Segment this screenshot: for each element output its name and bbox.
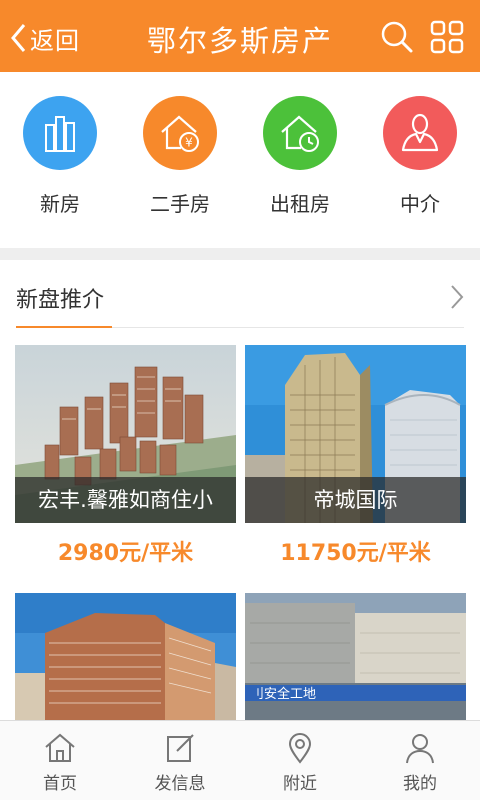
category-icon-circle [383, 96, 457, 170]
grid-menu-icon[interactable] [430, 20, 464, 54]
app-screen: 返回 鄂尔多斯房产 新房 ¥ 二手房 出租房 中介 新盘推介 宏丰.馨雅如商住小… [0, 0, 480, 800]
commercial-building-image: 刂安全工地 [245, 593, 466, 723]
house-clock-icon [281, 115, 319, 152]
svg-text:¥: ¥ [185, 136, 193, 150]
category-second-hand[interactable]: ¥ 二手房 [142, 72, 218, 248]
category-label: 二手房 [150, 192, 210, 216]
listing-photo: 帝城国际 [245, 345, 466, 523]
buildings-icon [45, 116, 75, 152]
category-new-homes[interactable]: 新房 [22, 72, 98, 248]
nav-profile[interactable]: 我的 [360, 721, 480, 800]
listing-price: 2980元/平米 [57, 541, 194, 566]
category-icon-circle [23, 96, 97, 170]
listing-photo [15, 593, 236, 723]
category-agent[interactable]: 中介 [382, 72, 458, 248]
nav-nearby[interactable]: 附近 [240, 721, 360, 800]
nav-post[interactable]: 发信息 [120, 721, 240, 800]
location-pin-icon [288, 733, 312, 764]
listing-card[interactable]: 帝城国际 11750元/平米 [245, 345, 466, 567]
nav-label: 首页 [43, 774, 77, 794]
top-bar: 返回 鄂尔多斯房产 [0, 0, 480, 72]
category-icon-circle [263, 96, 337, 170]
nav-label: 附近 [283, 774, 317, 794]
listing-photo: 刂安全工地 [245, 593, 466, 723]
listing-card[interactable]: 宏丰.馨雅如商住小 2980元/平米 [15, 345, 236, 567]
section-divider [0, 248, 480, 260]
section-title: 新盘推介 [16, 288, 105, 313]
listing-name: 宏丰.馨雅如商住小 [15, 477, 236, 523]
listing-card[interactable]: 刂安全工地 [245, 593, 466, 723]
user-icon [406, 734, 434, 764]
edit-icon [167, 734, 194, 762]
category-icon-circle: ¥ [143, 96, 217, 170]
nav-label: 我的 [403, 774, 437, 794]
bottom-navigation: 首页 发信息 附近 我的 [0, 720, 480, 800]
agent-icon [401, 113, 439, 152]
house-yuan-icon: ¥ [161, 115, 199, 152]
nav-label: 发信息 [154, 774, 206, 794]
listing-photo: 宏丰.馨雅如商住小 [15, 345, 236, 523]
category-row: 新房 ¥ 二手房 出租房 中介 [0, 72, 480, 248]
new-listings-header[interactable]: 新盘推介 [0, 260, 480, 330]
residential-tower-image [15, 593, 236, 723]
category-label: 新房 [40, 192, 80, 216]
home-icon [45, 733, 75, 762]
section-title-underline [16, 326, 112, 328]
search-icon[interactable] [380, 20, 414, 54]
listing-card[interactable] [15, 593, 236, 723]
nav-home[interactable]: 首页 [0, 721, 120, 800]
category-label: 中介 [400, 192, 440, 216]
category-rental[interactable]: 出租房 [262, 72, 338, 248]
chevron-right-icon [451, 285, 464, 309]
listing-name: 帝城国际 [245, 477, 466, 523]
building-sign-image-text: 刂安全工地 [251, 686, 316, 702]
category-label: 出租房 [270, 192, 330, 216]
listing-price: 11750元/平米 [280, 541, 431, 566]
